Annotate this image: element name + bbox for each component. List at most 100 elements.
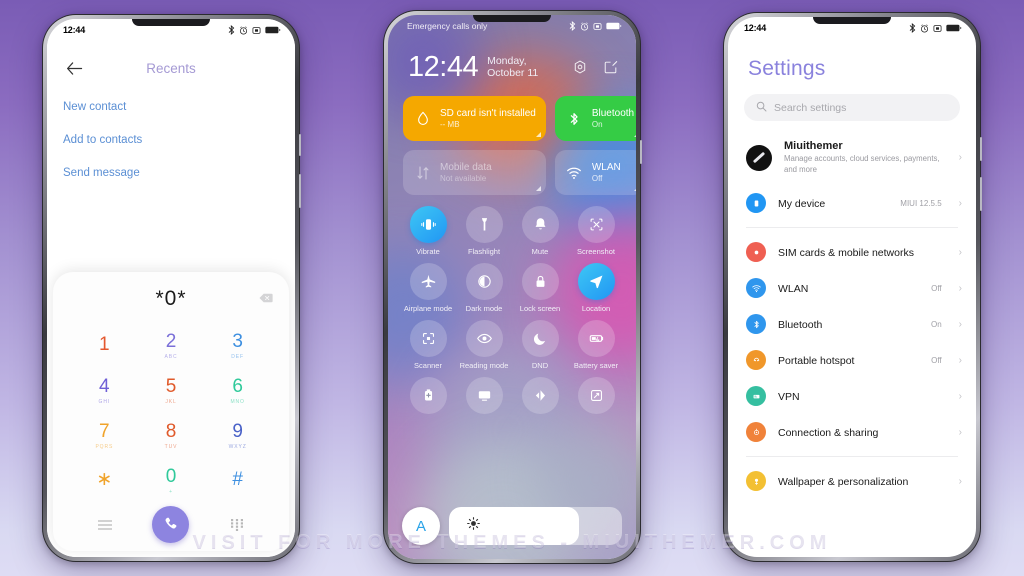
quick-setting-tiles[interactable]: SD card isn't installed -- MB Bluetooth On M… [388, 82, 636, 195]
toggle-circle[interactable] [409, 263, 447, 300]
settings-gear-icon[interactable] [573, 60, 587, 82]
toggle-grid[interactable]: Vibrate Flashlight Mute Screenshot Airplane … [388, 195, 636, 414]
toggle-circle[interactable] [465, 377, 503, 414]
tile-subtitle: Off [591, 174, 603, 183]
vibrate-icon [933, 24, 942, 32]
call-button[interactable] [152, 506, 190, 543]
row-icon [746, 350, 766, 371]
settings-row-connection-sharing[interactable]: Connection & sharing › [728, 414, 976, 450]
account-row[interactable]: Miuithemer Manage accounts, cloud servic… [728, 130, 976, 185]
phone3-screen: 12:44 Settings Search settings Miuitheme… [728, 17, 976, 557]
search-placeholder: Search settings [774, 101, 847, 114]
status-time: 12:44 [744, 23, 767, 33]
dial-key-8[interactable]: 8 TUV [138, 414, 205, 457]
volume-button[interactable] [980, 177, 982, 211]
tile-expand-corner[interactable] [634, 186, 636, 191]
tile-bluetooth[interactable]: Bluetooth On [554, 96, 636, 141]
action-send-message[interactable]: Send message [63, 167, 279, 179]
dial-key-4[interactable]: 4 GHI [71, 369, 138, 412]
toggle-auto-rotate[interactable] [568, 377, 624, 414]
dial-key-3[interactable]: 3 DEF [204, 324, 271, 367]
toggle-circle[interactable] [409, 206, 447, 243]
wallpaper-icon [754, 478, 758, 485]
toggle-circle[interactable] [521, 206, 559, 243]
phone-device-control-center: Emergency calls only 12:44 Monday, Octob… [383, 10, 642, 564]
dial-key-6[interactable]: 6 MNO [204, 369, 271, 412]
dial-key-hash[interactable]: # [204, 459, 271, 502]
tile-mobile-data[interactable]: Mobile data Not available [403, 150, 546, 195]
settings-row-my-device[interactable]: My device MIUI 12.5.5 › [728, 185, 976, 221]
toggle-circle[interactable] [409, 320, 447, 357]
settings-row-wlan[interactable]: WLAN Off › [728, 270, 976, 306]
tile-expand-corner[interactable] [535, 132, 541, 137]
toggle-mute[interactable]: Mute [512, 206, 568, 256]
tile-wlan[interactable]: WLAN Off [554, 150, 636, 195]
chevron-right-icon: › [958, 197, 962, 209]
backspace-icon[interactable] [259, 290, 273, 308]
toggle-flashlight[interactable]: Flashlight [456, 206, 512, 256]
toggle-location[interactable]: Location [568, 263, 624, 313]
toggle-circle[interactable] [521, 320, 559, 357]
toggle-circle[interactable] [577, 206, 615, 243]
toggle-circle[interactable] [465, 206, 503, 243]
dial-keypad[interactable]: 1 2 ABC 3 DEF 4 GHI 5 JKL 6 MNO 7 PQRS 8 TUV 9 WXYZ ∗ 0 + # [53, 316, 289, 502]
settings-row-vpn[interactable]: VPN › [728, 378, 976, 414]
toggle-sync-transfer[interactable] [512, 377, 568, 414]
side-button[interactable] [640, 140, 642, 164]
auto-brightness-button[interactable]: A [402, 507, 440, 545]
action-new-contact[interactable]: New contact [63, 101, 279, 113]
toggle-lock-screen[interactable]: Lock screen [512, 263, 568, 313]
sun-icon [467, 517, 480, 535]
divider [746, 456, 958, 458]
toggle-dark-mode[interactable]: Dark mode [456, 263, 512, 313]
toggle-scanner[interactable]: Scanner [400, 320, 456, 370]
settings-row-portable-hotspot[interactable]: Portable hotspot Off › [728, 342, 976, 378]
toggle-vibrate[interactable]: Vibrate [400, 206, 456, 256]
action-add-to-contacts[interactable]: Add to contacts [63, 134, 279, 146]
toggle-screenshot[interactable]: Screenshot [568, 206, 624, 256]
settings-row-bluetooth[interactable]: Bluetooth On › [728, 306, 976, 342]
toggle-circle[interactable] [521, 263, 559, 300]
volume-button[interactable] [299, 174, 301, 208]
tile-expand-corner[interactable] [535, 186, 541, 191]
settings-row-wallpaper-personalization[interactable]: Wallpaper & personalization › [728, 463, 976, 499]
brightness-slider[interactable] [449, 507, 622, 545]
keypad-icon[interactable] [229, 517, 245, 533]
dial-key-7[interactable]: 7 PQRS [71, 414, 138, 457]
toggle-cast-screen[interactable] [456, 377, 512, 414]
toggle-battery-saver[interactable]: Battery saver [568, 320, 624, 370]
toggle-circle[interactable] [465, 320, 503, 357]
dial-key-5[interactable]: 5 JKL [138, 369, 205, 412]
storage-drop-icon [417, 111, 428, 125]
dial-key-0[interactable]: 0 + [138, 459, 205, 502]
toggle-airplane-mode[interactable]: Airplane mode [400, 263, 456, 313]
toggle-circle[interactable] [409, 377, 447, 414]
tile-subtitle: On [591, 120, 603, 129]
tile-sd-card-isn-t-installed[interactable]: SD card isn't installed -- MB [403, 96, 546, 141]
toggle-battery-plus[interactable] [400, 377, 456, 414]
dial-key-star[interactable]: ∗ [71, 459, 138, 502]
location-arrow-icon [589, 275, 602, 289]
toggle-reading-mode[interactable]: Reading mode [456, 320, 512, 370]
wifi-icon [751, 284, 761, 292]
toggle-circle[interactable] [577, 320, 615, 357]
side-button[interactable] [299, 134, 301, 156]
toggle-circle[interactable] [521, 377, 559, 414]
settings-row-sim-cards-mobile-networks[interactable]: SIM cards & mobile networks › [728, 234, 976, 270]
back-arrow-icon[interactable] [63, 57, 85, 79]
edit-icon[interactable] [604, 60, 618, 82]
toggle-dnd[interactable]: DND [512, 320, 568, 370]
search-input[interactable]: Search settings [744, 94, 960, 121]
toggle-circle[interactable] [577, 377, 615, 414]
toggle-label: Mute [531, 247, 549, 256]
tile-expand-corner[interactable] [634, 132, 636, 137]
dial-key-9[interactable]: 9 WXYZ [204, 414, 271, 457]
menu-icon[interactable] [97, 517, 113, 533]
dial-key-1[interactable]: 1 [71, 324, 138, 367]
hotspot-icon [753, 357, 759, 361]
side-button[interactable] [980, 137, 982, 161]
notch [473, 15, 551, 22]
dial-key-2[interactable]: 2 ABC [138, 324, 205, 367]
toggle-circle[interactable] [465, 263, 503, 300]
toggle-circle[interactable] [577, 263, 615, 300]
